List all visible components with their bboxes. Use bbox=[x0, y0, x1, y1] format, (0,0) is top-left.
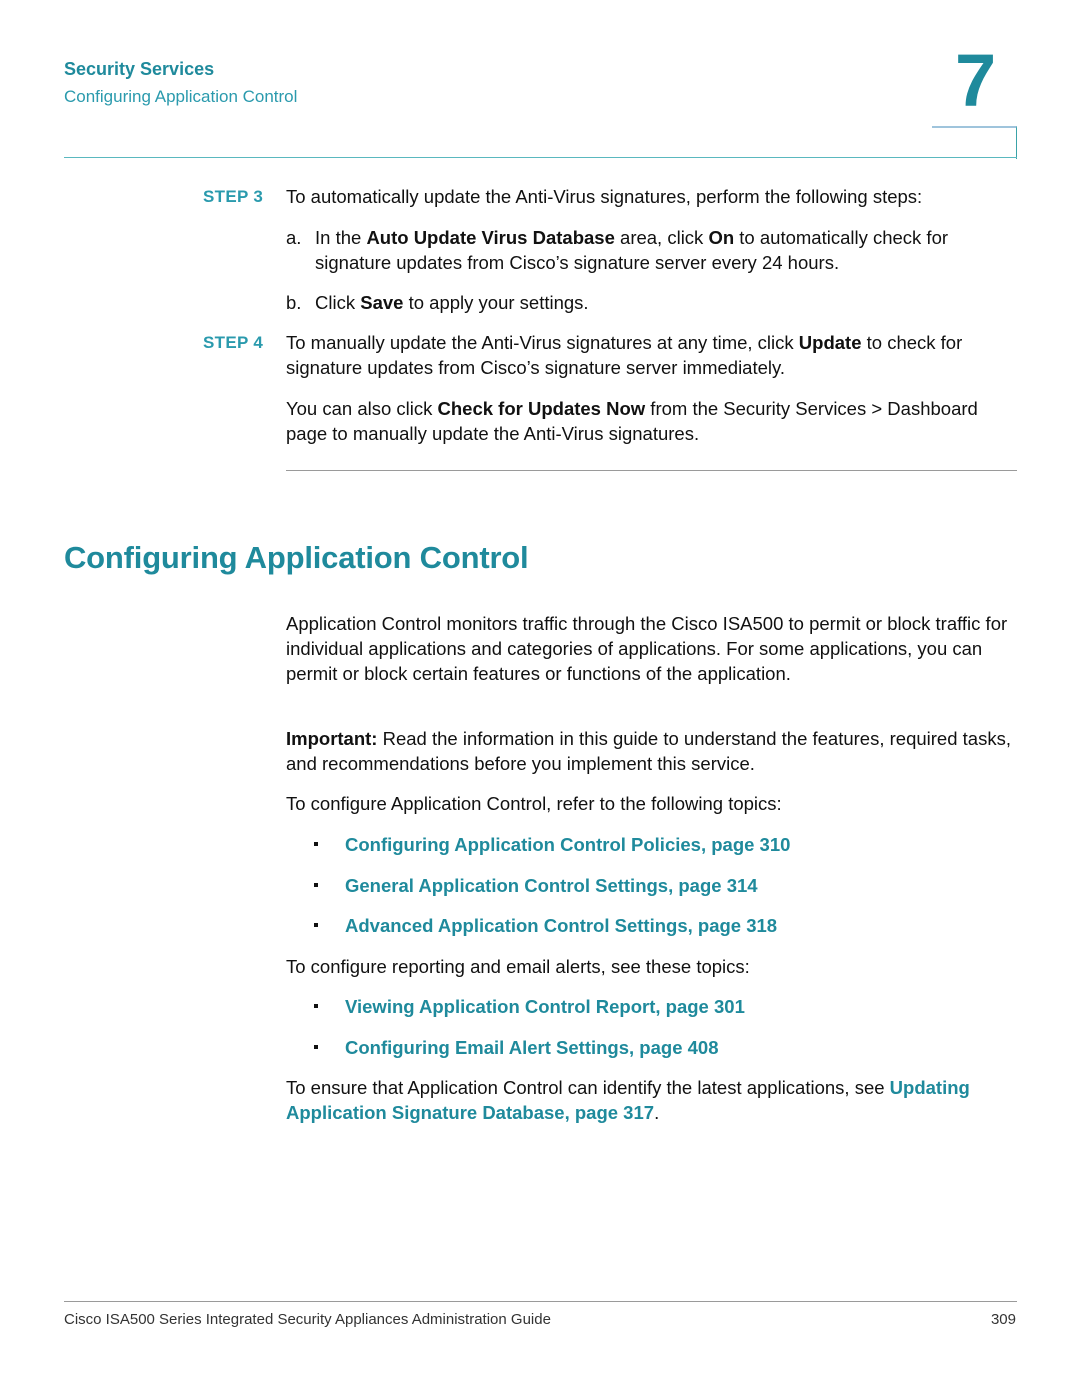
important-paragraph: Important: Read the information in this … bbox=[286, 726, 1021, 776]
section-heading: Configuring Application Control bbox=[64, 540, 529, 575]
intro-paragraph: Application Control monitors traffic thr… bbox=[286, 613, 1008, 684]
bullet-icon bbox=[314, 1045, 318, 1049]
footer-title: Cisco ISA500 Series Integrated Security … bbox=[64, 1311, 551, 1328]
topic-link-email-alerts[interactable]: Configuring Email Alert Settings, page 4… bbox=[345, 1035, 719, 1060]
page-number: 309 bbox=[990, 1311, 1016, 1328]
important-text: Read the information in this guide to un… bbox=[286, 728, 1011, 774]
bullet-icon bbox=[314, 1004, 318, 1008]
topic-link-policies[interactable]: Configuring Application Control Policies… bbox=[345, 832, 790, 857]
running-header-subsection: Configuring Application Control bbox=[64, 87, 298, 106]
step-4-pre: To manually update the Anti-Virus signat… bbox=[286, 332, 799, 353]
important-label: Important: bbox=[286, 728, 378, 749]
ui-term-on: On bbox=[708, 227, 735, 248]
chapter-number: 7 bbox=[955, 39, 997, 122]
topic-link-advanced-settings[interactable]: Advanced Application Control Settings, p… bbox=[345, 913, 777, 938]
substep-a-text: In the Auto Update Virus Database area, … bbox=[315, 225, 1021, 275]
bullet-icon bbox=[314, 883, 318, 887]
step-4-label: STEP 4 bbox=[203, 333, 264, 352]
substep-a-label: a. bbox=[286, 227, 302, 248]
step-4-note: You can also click Check for Updates Now… bbox=[286, 396, 1021, 446]
substep-b-pre: Click bbox=[315, 292, 361, 313]
footer-rule bbox=[64, 1301, 1017, 1302]
closing-pre: To ensure that Application Control can i… bbox=[286, 1077, 890, 1098]
substep-a-pre: In the bbox=[315, 227, 367, 248]
bullet-icon bbox=[314, 923, 318, 927]
substep-b: b. Click Save to apply your settings. bbox=[286, 290, 1021, 315]
step-4-note-pre: You can also click bbox=[286, 398, 438, 419]
substep-a-mid: area, click bbox=[614, 227, 709, 248]
substep-b-label: b. bbox=[286, 292, 302, 313]
running-header-section: Security Services bbox=[64, 59, 215, 79]
topics-intro: To configure Application Control, refer … bbox=[286, 793, 782, 814]
reporting-intro: To configure reporting and email alerts,… bbox=[286, 956, 750, 977]
topic-link-general-settings[interactable]: General Application Control Settings, pa… bbox=[345, 873, 758, 898]
ui-term-auto-update: Auto Update Virus Database bbox=[366, 227, 615, 248]
substep-a: a. In the Auto Update Virus Database are… bbox=[286, 225, 1021, 275]
closing-post: . bbox=[654, 1102, 660, 1123]
topic-link-report[interactable]: Viewing Application Control Report, page… bbox=[345, 994, 745, 1019]
substep-b-post: to apply your settings. bbox=[403, 292, 589, 313]
step-3-label: STEP 3 bbox=[203, 187, 264, 206]
closing-paragraph: To ensure that Application Control can i… bbox=[286, 1075, 1021, 1125]
section-separator bbox=[286, 470, 1017, 471]
header-rule bbox=[64, 157, 1017, 158]
step-3-text: To automatically update the Anti-Virus s… bbox=[286, 186, 923, 207]
bullet-icon bbox=[314, 842, 318, 846]
ui-term-save: Save bbox=[360, 292, 404, 313]
step-4-text: To manually update the Anti-Virus signat… bbox=[286, 330, 1021, 380]
substep-b-text: Click Save to apply your settings. bbox=[315, 290, 1021, 315]
ui-term-check-for-updates-now: Check for Updates Now bbox=[437, 398, 646, 419]
chapter-number-box bbox=[932, 126, 1017, 159]
ui-term-update: Update bbox=[798, 332, 862, 353]
